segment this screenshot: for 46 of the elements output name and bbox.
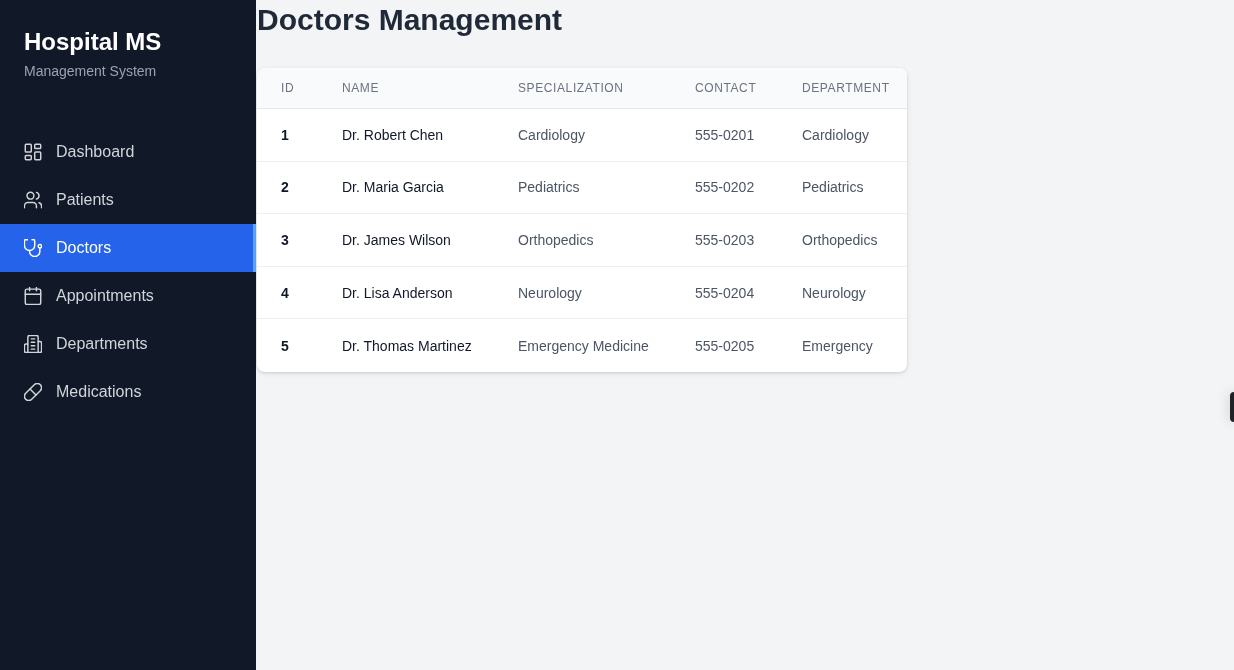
table-cell: Cardiology (802, 126, 869, 143)
table-cell: Dr. Thomas Martinez (342, 337, 472, 354)
table-cell: Cardiology (518, 126, 585, 143)
stethoscope-icon (24, 239, 42, 257)
table-cell: Dr. James Wilson (342, 232, 451, 248)
table-cell: 1 (281, 126, 289, 143)
table-cell: Dr. Lisa Anderson (342, 284, 453, 301)
table-cell: 555-0201 (695, 126, 755, 143)
nav-item[interactable]: Medications (0, 368, 256, 416)
table-cell: 555-0204 (695, 284, 755, 301)
floating-button[interactable] (1230, 392, 1234, 422)
column-header: SPECIALIZATION (518, 81, 624, 95)
table-cell: 555-0202 (695, 179, 755, 196)
table-cell: Orthopedics (518, 232, 594, 248)
table-cell: Dr. Maria Garcia (342, 179, 444, 196)
table-cell: Neurology (802, 284, 866, 301)
nav-item[interactable]: Appointments (0, 272, 256, 320)
table-cell: 2 (281, 179, 289, 196)
nav-item[interactable]: Doctors (0, 224, 256, 272)
table-cell: Dr. Robert Chen (342, 126, 444, 143)
building-icon (24, 335, 42, 353)
column-header: ID (281, 81, 295, 95)
table-cell: 5 (281, 337, 289, 354)
table-cell: 4 (281, 284, 289, 301)
app-subtitle: Management System (24, 62, 157, 81)
nav-item[interactable]: Dashboard (0, 128, 256, 176)
column-header: CONTACT (695, 81, 757, 95)
pill-icon (24, 383, 42, 401)
table-cell: Pediatrics (802, 179, 864, 196)
table-cell: Neurology (518, 284, 582, 301)
table-cell: Orthopedics (802, 232, 878, 248)
nav-item[interactable]: Departments (0, 320, 256, 368)
table-cell: 555-0203 (695, 232, 755, 248)
table-cell: 3 (281, 232, 289, 248)
table-cell: Pediatrics (518, 179, 580, 196)
column-header: NAME (342, 81, 380, 95)
calendar-icon (24, 287, 42, 305)
page-title: Doctors Management (257, 2, 564, 38)
grid-icon (24, 143, 42, 161)
nav-item[interactable]: Patients (0, 176, 256, 224)
app-title: Hospital MS (24, 27, 162, 57)
column-header: DEPARTMENT (802, 81, 890, 95)
table-cell: Emergency (802, 337, 873, 354)
users-icon (24, 191, 42, 209)
table-cell: Emergency Medicine (518, 337, 649, 354)
table-cell: 555-0205 (695, 337, 755, 354)
